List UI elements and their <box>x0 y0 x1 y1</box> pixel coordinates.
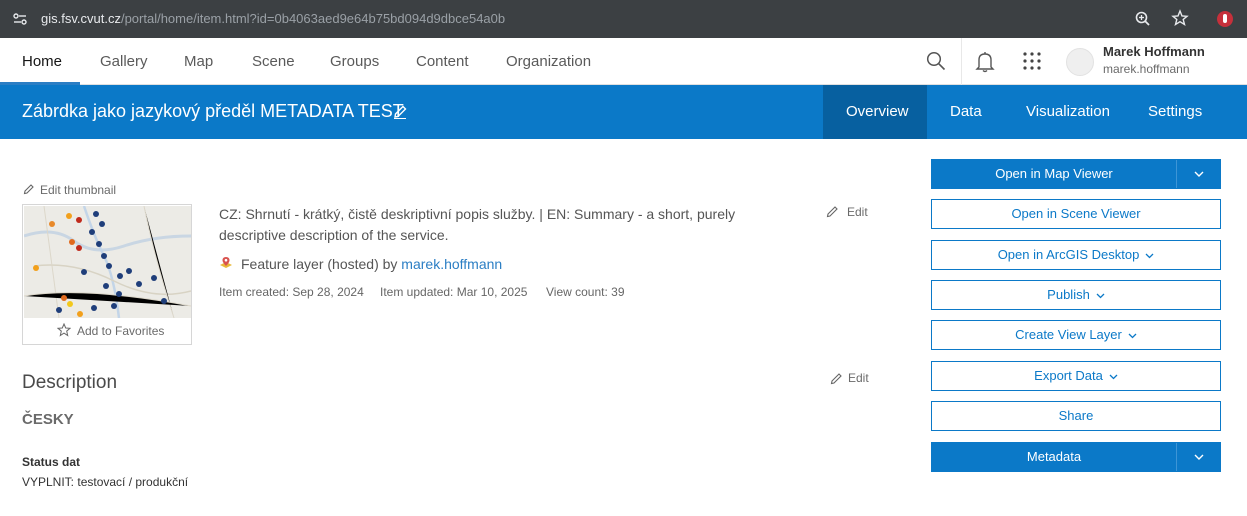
open-in-map-viewer-label: Open in Map Viewer <box>995 166 1113 181</box>
zoom-icon[interactable] <box>1134 10 1152 28</box>
create-view-layer-button[interactable]: Create View Layer <box>931 320 1221 350</box>
tab-data[interactable]: Data <box>950 103 982 120</box>
chevron-down-icon <box>1194 171 1204 177</box>
url-path: /portal/home/item.html?id=0b4063aed9e64b… <box>120 11 506 26</box>
metadata-label: Metadata <box>1026 449 1082 464</box>
nav-divider <box>961 38 962 85</box>
summary-edit-link[interactable]: Edit <box>847 205 868 219</box>
edit-thumbnail-link[interactable]: Edit thumbnail <box>40 183 116 197</box>
nav-content[interactable]: Content <box>416 53 469 70</box>
metadata-dropdown-button[interactable] <box>1176 443 1220 471</box>
map-viewer-dropdown-button[interactable] <box>1176 160 1220 188</box>
chevron-down-icon <box>1194 454 1204 460</box>
layer-type: Feature layer (hosted) by marek.hoffmann <box>241 256 502 272</box>
nav-scene[interactable]: Scene <box>252 53 295 70</box>
pencil-icon[interactable] <box>23 183 35 195</box>
description-edit-link[interactable]: Edit <box>848 371 869 385</box>
app-launcher-icon[interactable] <box>1022 51 1042 71</box>
nav-home[interactable]: Home <box>22 53 62 70</box>
description-heading: Description <box>22 372 118 393</box>
pencil-icon[interactable] <box>392 104 408 120</box>
view-count: View count: 39 <box>546 285 625 299</box>
tab-settings[interactable]: Settings <box>1148 103 1202 120</box>
nav-map[interactable]: Map <box>184 53 213 70</box>
search-icon[interactable] <box>926 51 946 71</box>
item-title: Zábrdka jako jazykový předěl METADATA TE… <box>22 101 404 121</box>
chevron-down-icon <box>1109 374 1118 379</box>
site-settings-icon[interactable] <box>12 11 28 27</box>
open-in-arcgis-desktop-button[interactable]: Open in ArcGIS Desktop <box>931 240 1221 270</box>
feature-layer-icon <box>220 257 232 268</box>
item-header: Zábrdka jako jazykový předěl METADATA TE… <box>0 85 1247 139</box>
tab-overview[interactable]: Overview <box>846 103 909 120</box>
language-heading: ČESKY <box>22 411 74 428</box>
chevron-down-icon <box>1145 253 1154 258</box>
pencil-icon[interactable] <box>826 205 839 218</box>
status-value: VYPLNIT: testovací / produkční <box>22 475 189 489</box>
status-label: Status dat <box>22 455 81 469</box>
extension-icon[interactable] <box>1216 10 1234 28</box>
chevron-down-icon <box>1128 333 1137 338</box>
open-in-scene-viewer-button[interactable]: Open in Scene Viewer <box>931 199 1221 229</box>
star-outline-icon[interactable] <box>57 323 71 337</box>
export-data-button[interactable]: Export Data <box>931 361 1221 391</box>
pencil-icon[interactable] <box>830 372 843 385</box>
address-bar[interactable]: gis.fsv.cvut.cz/portal/home/item.html?id… <box>41 11 505 26</box>
user-name[interactable]: Marek Hoffmann <box>1103 44 1205 59</box>
open-in-map-viewer-button[interactable]: Open in Map Viewer <box>931 159 1221 189</box>
tab-visualization[interactable]: Visualization <box>1026 103 1110 120</box>
map-thumbnail[interactable] <box>24 206 191 318</box>
metadata-button[interactable]: Metadata <box>931 442 1221 472</box>
open-in-arcgis-desktop-label: Open in ArcGIS Desktop <box>997 247 1140 262</box>
user-login: marek.hoffmann <box>1103 62 1190 76</box>
url-host: gis.fsv.cvut.cz <box>41 11 121 26</box>
thumbnail-card: Add to Favorites <box>22 204 192 345</box>
owner-link[interactable]: marek.hoffmann <box>401 256 502 272</box>
share-label: Share <box>1058 408 1094 423</box>
add-to-favorites[interactable]: Add to Favorites <box>77 324 164 338</box>
top-navigation: Home Gallery Map Scene Groups Content Or… <box>0 38 1247 85</box>
publish-button[interactable]: Publish <box>931 280 1221 310</box>
item-created: Item created: Sep 28, 2024 <box>219 285 364 299</box>
nav-organization[interactable]: Organization <box>506 53 591 70</box>
browser-toolbar: gis.fsv.cvut.cz/portal/home/item.html?id… <box>0 0 1247 38</box>
nav-gallery[interactable]: Gallery <box>100 53 148 70</box>
nav-groups[interactable]: Groups <box>330 53 379 70</box>
layer-type-label: Feature layer (hosted) by <box>241 256 402 272</box>
publish-label: Publish <box>1047 287 1090 302</box>
item-summary: CZ: Shrnutí - krátký, čistě deskriptivní… <box>219 206 736 243</box>
item-updated: Item updated: Mar 10, 2025 <box>380 285 528 299</box>
create-view-layer-label: Create View Layer <box>1015 327 1122 342</box>
open-in-scene-viewer-label: Open in Scene Viewer <box>1011 206 1141 221</box>
chevron-down-icon <box>1096 293 1105 298</box>
avatar[interactable] <box>1066 48 1094 76</box>
share-button[interactable]: Share <box>931 401 1221 431</box>
export-data-label: Export Data <box>1034 368 1103 383</box>
bell-icon[interactable] <box>975 51 995 73</box>
star-icon[interactable] <box>1171 9 1189 27</box>
